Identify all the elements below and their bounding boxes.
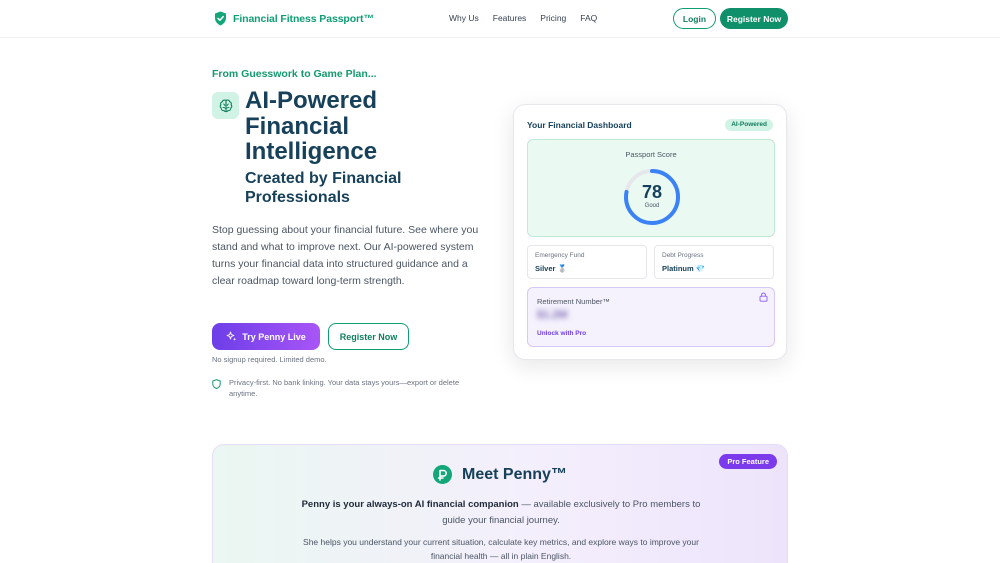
privacy-text: Privacy-first. No bank linking. Your dat… (229, 378, 460, 398)
hero-subtitle: Created by Financial Professionals (245, 170, 402, 206)
penny-logo-icon (433, 465, 453, 484)
emergency-fund-card: Emergency Fund Silver 🥈 (527, 245, 647, 279)
retirement-number-label: Retirement Number™ (537, 297, 610, 306)
brain-icon (219, 98, 232, 112)
emergency-fund-label: Emergency Fund (535, 252, 585, 259)
nav-register-button[interactable]: Register Now (720, 8, 788, 29)
privacy-note: Privacy-first. No bank linking. Your dat… (212, 378, 482, 399)
nav-link-pricing[interactable]: Pricing (540, 13, 566, 23)
nav-link-features[interactable]: Features (493, 13, 527, 23)
emergency-fund-value: Silver 🥈 (535, 264, 567, 273)
penny-description: She helps you understand your current si… (303, 537, 699, 561)
sparkles-icon (226, 331, 237, 341)
no-signup-note: No signup required. Limited demo. (212, 355, 327, 364)
shield-check-icon (215, 11, 226, 26)
nav-links: Why Us Features Pricing FAQ (449, 13, 597, 23)
brain-icon-badge (212, 92, 239, 119)
penny-title: Meet Penny™ (462, 465, 567, 483)
try-penny-button[interactable]: Try Penny Live (212, 323, 320, 350)
try-penny-label: Try Penny Live (242, 331, 306, 342)
passport-score-label: Passport Score (625, 150, 677, 159)
top-nav: Financial Fitness Passport™ Why Us Featu… (0, 0, 1000, 38)
debt-progress-label: Debt Progress (662, 252, 704, 259)
unlock-with-pro-link[interactable]: Unlock with Pro (537, 330, 586, 337)
meet-penny-section: Pro Feature Meet Penny™ Penny is your al… (212, 444, 788, 563)
dashboard-title: Your Financial Dashboard (527, 120, 632, 130)
debt-progress-card: Debt Progress Platinum 💎 (654, 245, 774, 279)
hero-register-button[interactable]: Register Now (328, 323, 409, 350)
shield-icon (212, 379, 221, 389)
retirement-number-panel[interactable]: Retirement Number™ $1.2M Unlock with Pro (527, 287, 775, 347)
retirement-number-value: $1.2M (537, 309, 568, 321)
hero-title: AI-Powered Financial Intelligence (245, 87, 378, 165)
hero-eyebrow: From Guesswork to Game Plan... (212, 68, 377, 80)
penny-heading: Meet Penny™ (213, 465, 787, 484)
nav-link-faq[interactable]: FAQ (580, 13, 597, 23)
passport-score-panel: Passport Score 78 Good (527, 139, 775, 237)
debt-progress-value: Platinum 💎 (662, 264, 706, 273)
penny-intro-bold: Penny is your always-on AI financial com… (301, 499, 519, 510)
lock-icon (759, 292, 768, 302)
login-button[interactable]: Login (673, 8, 716, 29)
ai-powered-badge: AI-Powered (725, 119, 773, 131)
brand-name: Financial Fitness Passport™ (233, 12, 374, 25)
passport-score-rating: Good (644, 203, 660, 209)
dashboard-card: Your Financial Dashboard AI-Powered Pass… (513, 104, 787, 360)
hero-description: Stop guessing about your financial futur… (212, 224, 479, 287)
penny-intro: Penny is your always-on AI financial com… (293, 497, 709, 528)
nav-link-why-us[interactable]: Why Us (449, 13, 479, 23)
penny-p-glyph (437, 469, 448, 481)
brand[interactable]: Financial Fitness Passport™ (214, 11, 374, 26)
passport-score-value: 78 (641, 182, 663, 202)
